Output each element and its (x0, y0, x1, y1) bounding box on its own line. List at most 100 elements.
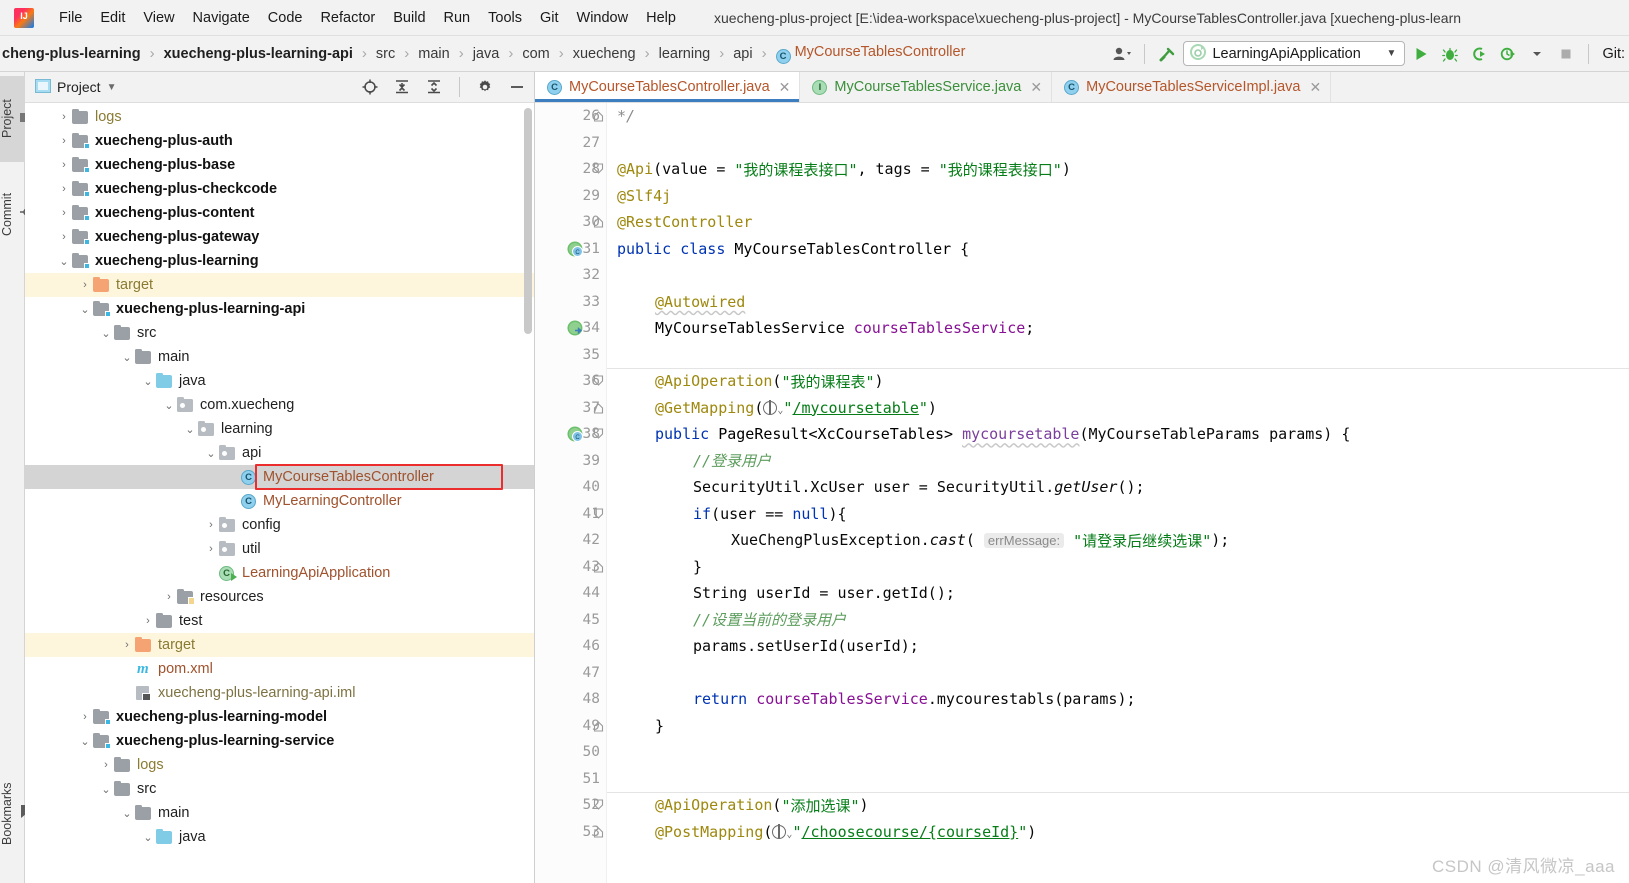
gutter-line[interactable]: 43 (535, 554, 606, 581)
gutter-line[interactable]: C 31 (535, 236, 606, 263)
menu-item-refactor[interactable]: Refactor (311, 7, 384, 29)
gutter-line[interactable]: 50 (535, 739, 606, 766)
url-globe-icon[interactable]: ⌄ (772, 823, 792, 841)
tree-node[interactable]: › test (25, 609, 534, 633)
tree-node[interactable]: ⌄ main (25, 345, 534, 369)
tree-node[interactable]: ⌄ xuecheng-plus-learning-api (25, 297, 534, 321)
chevron-right-icon[interactable]: › (203, 517, 219, 533)
tree-node[interactable]: › logs (25, 105, 534, 129)
tree-node[interactable]: › xuecheng-plus-content (25, 201, 534, 225)
gutter-line[interactable]: 49 (535, 713, 606, 740)
run-configuration-selector[interactable]: LearningApiApplication ▼ (1183, 41, 1406, 66)
chevron-right-icon[interactable]: › (98, 757, 114, 773)
chevron-right-icon[interactable]: › (56, 133, 72, 149)
tree-node[interactable]: ⌄ java (25, 369, 534, 393)
gutter-line[interactable]: 42 (535, 527, 606, 554)
code-content[interactable]: */ @Api (value = "我的课程表接口", tags = "我的课程表接… (607, 103, 1629, 883)
gutter-line[interactable]: 32 (535, 262, 606, 289)
chevron-right-icon[interactable]: › (56, 109, 72, 125)
tree-node[interactable]: ⌄ src (25, 777, 534, 801)
menu-item-window[interactable]: Window (568, 7, 638, 29)
tree-node[interactable]: › xuecheng-plus-learning-model (25, 705, 534, 729)
project-tree-scrollbar[interactable] (524, 108, 532, 334)
fold-expanded-icon[interactable] (592, 163, 604, 175)
chevron-right-icon[interactable]: › (56, 157, 72, 173)
breadcrumb-item[interactable]: C MyCourseTablesController (774, 44, 968, 64)
chevron-down-icon[interactable]: ⌄ (140, 829, 156, 845)
code-line[interactable]: if (user == null){ (607, 501, 1629, 528)
gutter-line[interactable]: 26 (535, 103, 606, 130)
gutter-line[interactable]: 34 (535, 315, 606, 342)
chevron-down-icon[interactable]: ⌄ (77, 301, 93, 317)
chevron-right-icon[interactable]: › (140, 613, 156, 629)
code-line[interactable]: //设置当前的登录用户 (607, 607, 1629, 634)
chevron-down-icon[interactable]: ⌄ (161, 397, 177, 413)
code-line[interactable]: params.setUserId(userId); (607, 633, 1629, 660)
tree-node[interactable]: › xuecheng-plus-auth (25, 129, 534, 153)
code-line[interactable]: //登录用户 (607, 448, 1629, 475)
breadcrumb-item[interactable]: com (520, 46, 551, 62)
spring-bean-gutter-icon[interactable]: C (566, 425, 584, 443)
gutter-line[interactable]: 30 (535, 209, 606, 236)
chevron-down-icon[interactable]: ⌄ (56, 253, 72, 269)
code-line[interactable]: @GetMapping(⌄ "/mycoursetable ") (607, 395, 1629, 422)
fold-expanded-icon[interactable] (592, 375, 604, 387)
code-line[interactable]: public PageResult<XcCourseTables> mycour… (607, 421, 1629, 448)
chevron-down-icon[interactable]: ⌄ (98, 781, 114, 797)
spring-bean-gutter-icon[interactable]: C (566, 240, 584, 258)
chevron-down-icon[interactable]: ⌄ (98, 325, 114, 341)
gutter-line[interactable]: 29 (535, 183, 606, 210)
tree-node[interactable]: ⌄ com.xuecheng (25, 393, 534, 417)
code-line[interactable]: XueChengPlusException. cast( errMessage: … (607, 527, 1629, 554)
tree-node[interactable]: › xuecheng-plus-gateway (25, 225, 534, 249)
editor-gutter[interactable]: 26 27 28 29 30 C 31 32 33 34 35 36 37 C 38 39 40 41 42 43 44… (535, 103, 607, 883)
code-line[interactable]: MyCourseTablesService courseTablesServic… (607, 315, 1629, 342)
hide-panel-icon[interactable] (504, 75, 530, 99)
gutter-line[interactable]: 28 (535, 156, 606, 183)
menu-item-build[interactable]: Build (384, 7, 434, 29)
close-icon[interactable]: ✕ (1030, 79, 1042, 96)
chevron-down-icon[interactable]: ⌄ (203, 445, 219, 461)
chevron-right-icon[interactable]: › (203, 541, 219, 557)
fold-expanded-icon[interactable] (592, 799, 604, 811)
tree-node[interactable]: ›CMyCourseTablesController (25, 465, 534, 489)
chevron-right-icon[interactable]: › (56, 181, 72, 197)
breadcrumb-item[interactable]: cheng-plus-learning (0, 46, 143, 62)
gutter-line[interactable]: 46 (535, 633, 606, 660)
gutter-line[interactable]: 27 (535, 130, 606, 157)
chevron-down-icon[interactable]: ⌄ (119, 349, 135, 365)
code-line[interactable]: @RestController (607, 209, 1629, 236)
url-globe-icon[interactable]: ⌄ (763, 399, 783, 417)
tree-node[interactable]: › xuecheng-plus-checkcode (25, 177, 534, 201)
breadcrumb-item[interactable]: xuecheng (571, 46, 638, 62)
gutter-line[interactable]: 45 (535, 607, 606, 634)
gutter-line[interactable]: 44 (535, 580, 606, 607)
code-line[interactable]: } (607, 713, 1629, 740)
tree-node[interactable]: › xuecheng-plus-base (25, 153, 534, 177)
breadcrumb-item[interactable]: learning (657, 46, 713, 62)
breadcrumb-item[interactable]: api (731, 46, 754, 62)
chevron-right-icon[interactable]: › (119, 637, 135, 653)
code-line[interactable]: @ApiOperation("添加选课") (607, 792, 1629, 819)
chevron-right-icon[interactable]: › (56, 229, 72, 245)
code-line[interactable]: return courseTablesService .mycourestabls… (607, 686, 1629, 713)
sidebar-item-bookmarks[interactable]: Bookmarks (0, 755, 31, 873)
tree-node[interactable]: › target (25, 273, 534, 297)
gutter-line[interactable]: 33 (535, 289, 606, 316)
expand-all-icon[interactable] (389, 75, 415, 99)
menu-item-view[interactable]: View (134, 7, 183, 29)
tree-node[interactable]: ⌄ xuecheng-plus-learning (25, 249, 534, 273)
tree-node[interactable]: ⌄ main (25, 801, 534, 825)
breadcrumb-item[interactable]: java (471, 46, 502, 62)
chevron-right-icon[interactable]: › (56, 205, 72, 221)
chevron-down-icon[interactable]: ⌄ (119, 805, 135, 821)
breadcrumb-item[interactable]: main (416, 46, 451, 62)
chevron-down-icon[interactable]: ▼ (107, 82, 117, 93)
breadcrumb-item[interactable]: src (374, 46, 397, 62)
tree-node[interactable]: ⌄ learning (25, 417, 534, 441)
chevron-down-icon[interactable] (1524, 42, 1550, 66)
profiler-icon[interactable] (1495, 42, 1521, 66)
close-icon[interactable]: ✕ (779, 79, 791, 96)
chevron-right-icon[interactable]: › (77, 709, 93, 725)
menu-item-edit[interactable]: Edit (91, 7, 134, 29)
